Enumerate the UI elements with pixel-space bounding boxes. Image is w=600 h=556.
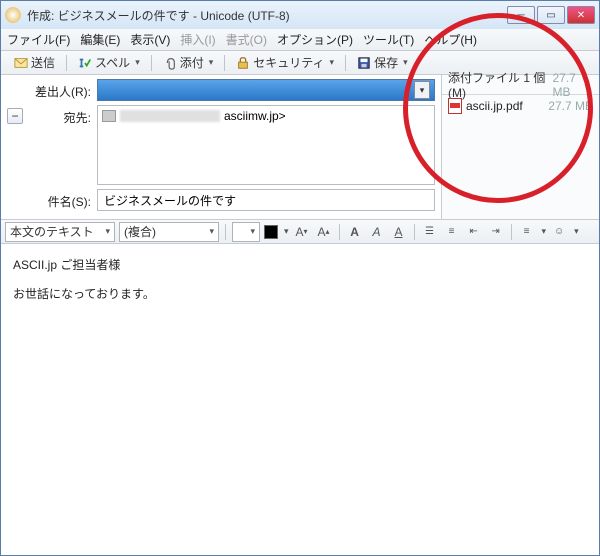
remove-recipient-button[interactable]: − [7, 108, 23, 124]
save-button[interactable]: 保存▾ [350, 51, 415, 74]
maximize-button[interactable]: ▭ [537, 6, 565, 24]
minimize-button[interactable]: ─ [507, 6, 535, 24]
italic-button[interactable]: A [368, 223, 386, 241]
body-line: ASCII.jp ご担当者様 [13, 254, 587, 277]
separator [511, 224, 512, 240]
fontsize-select[interactable]: ▾ [232, 222, 260, 242]
color-swatch[interactable] [264, 225, 278, 239]
menu-format[interactable]: 書式(O) [226, 31, 267, 48]
paperclip-icon [163, 56, 177, 70]
separator [66, 55, 67, 71]
body-line: お世話になっております。 [13, 283, 587, 306]
menu-tools[interactable]: ツール(T) [363, 31, 414, 48]
menu-options[interactable]: オプション(P) [277, 31, 353, 48]
message-body[interactable]: ASCII.jp ご担当者様 お世話になっております。 [1, 244, 599, 555]
menubar: ファイル(F) 編集(E) 表示(V) 挿入(I) 書式(O) オプション(P)… [1, 29, 599, 51]
outdent-button[interactable]: ⇤ [465, 223, 483, 241]
font-select[interactable]: (複合)▾ [119, 222, 219, 242]
attachment-filesize: 27.7 MB [548, 99, 593, 113]
attachment-filename: ascii.jp.pdf [466, 99, 544, 113]
underline-button[interactable]: A [390, 223, 408, 241]
attach-button[interactable]: 添付▾ [156, 51, 221, 74]
close-button[interactable]: ✕ [567, 6, 595, 24]
bold-button[interactable]: A [346, 223, 364, 241]
from-label: 差出人(R): [27, 79, 97, 100]
lock-icon [236, 56, 250, 70]
recipient-text: asciimw.jp> [224, 109, 286, 123]
to-label: 宛先: [27, 105, 97, 126]
font-decrease-button[interactable]: A▾ [293, 223, 311, 241]
to-field[interactable]: asciimw.jp> [97, 105, 435, 185]
pdf-icon [448, 98, 462, 114]
recipient-item[interactable]: asciimw.jp> [102, 109, 430, 123]
menu-view[interactable]: 表示(V) [130, 31, 170, 48]
separator [225, 224, 226, 240]
format-toolbar: 本文のテキスト▾ (複合)▾ ▾ ▾ A▾ A▴ A A A ☰ ≡ ⇤ ⇥ ≡… [1, 220, 599, 244]
bullet-list-button[interactable]: ☰ [421, 223, 439, 241]
chevron-down-icon: ▾ [414, 81, 430, 99]
redacted-text [120, 110, 220, 122]
attachment-header: 添付ファイル 1 個(M) [448, 69, 553, 100]
app-icon [5, 7, 21, 23]
send-button[interactable]: 送信 [7, 51, 62, 74]
text-mode-select[interactable]: 本文のテキスト▾ [5, 222, 115, 242]
attachment-pane: 添付ファイル 1 個(M) 27.7 MB ascii.jp.pdf 27.7 … [441, 75, 599, 219]
attachment-item[interactable]: ascii.jp.pdf 27.7 MB [442, 95, 599, 117]
chevron-down-icon[interactable]: ▾ [284, 226, 289, 237]
chevron-down-icon[interactable]: ▾ [542, 226, 547, 237]
menu-file[interactable]: ファイル(F) [7, 31, 70, 48]
attachment-total-size: 27.7 MB [553, 71, 594, 99]
menu-help[interactable]: ヘルプ(H) [424, 31, 477, 48]
separator [339, 224, 340, 240]
security-button[interactable]: セキュリティ▾ [229, 51, 341, 74]
window-title: 作成: ビジネスメールの件です - Unicode (UTF-8) [27, 7, 507, 24]
number-list-button[interactable]: ≡ [443, 223, 461, 241]
titlebar: 作成: ビジネスメールの件です - Unicode (UTF-8) ─ ▭ ✕ [1, 1, 599, 29]
subject-label: 件名(S): [27, 189, 97, 210]
spell-icon [78, 56, 92, 70]
align-button[interactable]: ≡ [518, 223, 536, 241]
spell-button[interactable]: スペル▾ [71, 51, 147, 74]
indent-button[interactable]: ⇥ [487, 223, 505, 241]
smiley-button[interactable]: ☺ [550, 223, 568, 241]
contact-icon [102, 110, 116, 122]
chevron-down-icon[interactable]: ▾ [574, 226, 579, 237]
header-area: 差出人(R): ▾ − 宛先: asciimw.jp> [1, 75, 599, 220]
separator [151, 55, 152, 71]
subject-input[interactable] [97, 189, 435, 211]
menu-insert[interactable]: 挿入(I) [180, 31, 215, 48]
font-increase-button[interactable]: A▴ [315, 223, 333, 241]
save-icon [357, 56, 371, 70]
menu-edit[interactable]: 編集(E) [80, 31, 120, 48]
separator [224, 55, 225, 71]
send-icon [14, 56, 28, 70]
from-dropdown[interactable]: ▾ [97, 79, 435, 101]
separator [345, 55, 346, 71]
separator [414, 224, 415, 240]
